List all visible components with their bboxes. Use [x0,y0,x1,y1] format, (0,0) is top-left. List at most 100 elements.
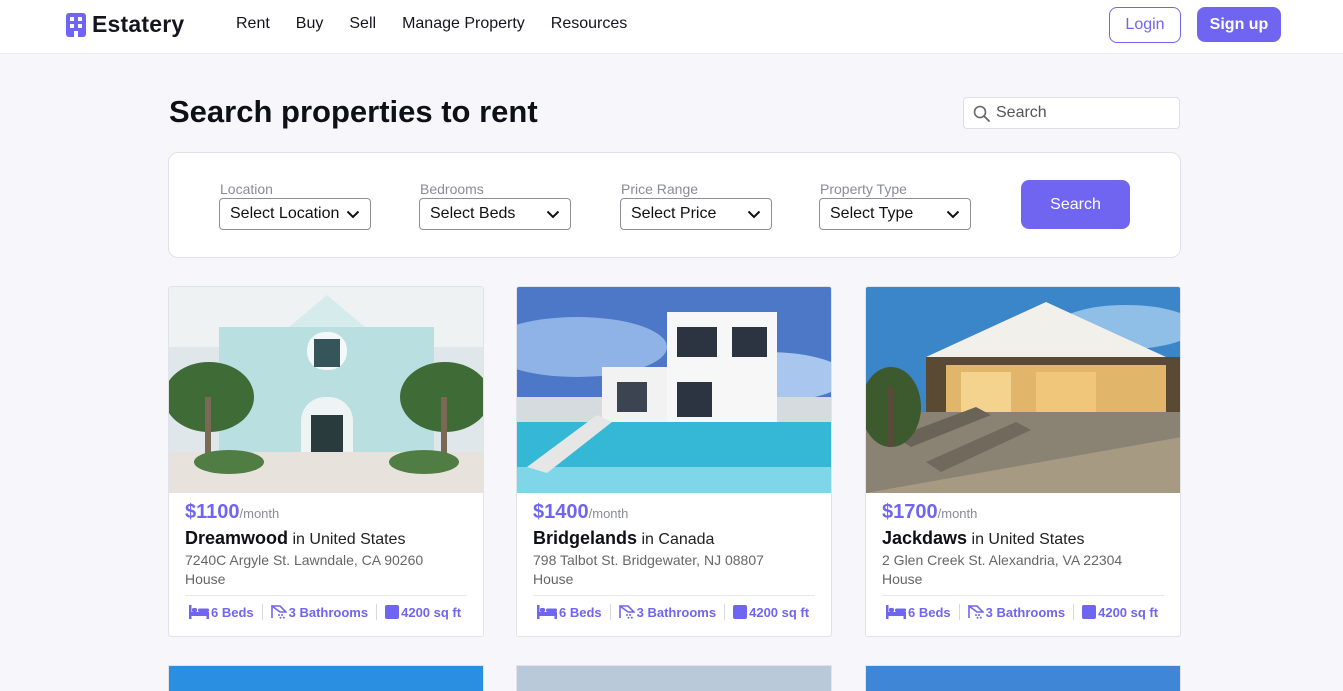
divider [1073,604,1075,620]
chevron-down-icon [346,210,360,218]
listing-features: 6 Beds 3 Bathrooms 4200 sq ft [882,604,1164,620]
nav-item-rent[interactable]: Rent [236,15,270,33]
select-value: Select Type [830,205,914,222]
property-type-select[interactable]: Select Type [819,198,971,230]
chevron-down-icon [546,210,560,218]
signup-button[interactable]: Sign up [1197,7,1281,42]
listing-card-partial[interactable] [865,665,1181,691]
country-prefix: in [971,531,984,548]
shower-icon [967,605,984,619]
listing-country: United States [988,531,1085,548]
filter-label: Location [220,181,273,197]
price-value: $1400 [533,501,589,523]
search-box [963,97,1180,129]
listing-name: Dreamwood [185,528,289,548]
baths-feature: 3 Bathrooms [270,604,369,620]
listing-country: United States [309,531,406,548]
filter-bedrooms: Bedrooms Select Beds [419,181,571,230]
listing-title: Bridgelands in Canada [533,528,815,549]
listing-card-partial[interactable] [168,665,484,691]
filter-property-type: Property Type Select Type [819,181,971,230]
property-photo [866,287,1180,493]
nav-item-resources[interactable]: Resources [551,15,627,33]
nav-item-buy[interactable]: Buy [296,15,324,33]
beds-count: 6 Beds [211,604,254,620]
divider [609,604,611,620]
brand-name: Estatery [92,11,185,37]
beds-feature: 6 Beds [886,605,951,620]
divider [882,595,1164,596]
nav-item-sell[interactable]: Sell [349,15,376,33]
beds-feature: 6 Beds [189,605,254,620]
baths-count: 3 Bathrooms [985,604,1066,620]
listing-type: House [533,571,574,587]
nav-item-manage-property[interactable]: Manage Property [402,15,525,33]
divider [376,604,378,620]
property-photo [517,287,831,493]
chevron-down-icon [747,210,761,218]
building-icon [66,12,86,37]
chevron-down-icon [946,210,960,218]
area-icon [733,605,748,619]
select-value: Select Price [631,205,717,222]
bed-icon [886,605,906,619]
listing-card-partial[interactable] [516,665,832,691]
baths-count: 3 Bathrooms [636,604,717,620]
divider [533,595,815,596]
price-value: $1700 [882,501,938,523]
divider [958,604,960,620]
divider [185,595,467,596]
price-period: /month [588,506,629,521]
area-value: 4200 sq ft [749,604,810,620]
listing-address: 7240C Argyle St. Lawndale, CA 90260 [185,552,424,568]
main-nav: Rent Buy Sell Manage Property Resources [236,15,653,33]
baths-feature: 3 Bathrooms [618,604,717,620]
top-navbar: Estatery Rent Buy Sell Manage Property R… [0,0,1343,54]
baths-count: 3 Bathrooms [288,604,369,620]
filter-price: Price Range Select Price [620,181,772,230]
price-value: $1100 [185,501,240,523]
listing-price: $1100/month [185,501,467,524]
price-select[interactable]: Select Price [620,198,772,230]
select-value: Select Beds [430,205,516,222]
listing-type: House [882,571,923,587]
page-title: Search properties to rent [169,94,538,129]
country-prefix: in [641,531,654,548]
listing-card[interactable]: $1400/month Bridgelands in Canada 798 Ta… [516,286,832,637]
listing-country: Canada [658,531,715,548]
area-feature: 4200 sq ft [733,605,809,620]
listing-card[interactable]: $1100/month Dreamwood in United States 7… [168,286,484,637]
listing-features: 6 Beds 3 Bathrooms 4200 sq ft [185,604,467,620]
area-feature: 4200 sq ft [1082,605,1158,620]
listing-name: Jackdaws [882,528,968,548]
brand-logo[interactable]: Estatery [66,11,184,38]
select-value: Select Location [230,205,340,222]
area-value: 4200 sq ft [401,604,462,620]
beds-feature: 6 Beds [537,605,602,620]
bedrooms-select[interactable]: Select Beds [419,198,571,230]
beds-count: 6 Beds [559,604,602,620]
area-icon [385,605,400,619]
login-button[interactable]: Login [1109,7,1181,43]
divider [724,604,726,620]
price-period: /month [937,506,978,521]
listing-title: Dreamwood in United States [185,528,467,549]
beds-count: 6 Beds [908,604,951,620]
search-input[interactable] [996,104,1166,122]
listing-title: Jackdaws in United States [882,528,1164,549]
listing-card[interactable]: $1700/month Jackdaws in United States 2 … [865,286,1181,637]
filter-search-button[interactable]: Search [1021,180,1130,229]
shower-icon [618,605,635,619]
listing-address: 2 Glen Creek St. Alexandria, VA 22304 [882,552,1123,568]
filter-label: Price Range [621,181,699,197]
filter-label: Property Type [820,181,907,197]
country-prefix: in [292,531,305,548]
property-photo [169,287,483,493]
shower-icon [270,605,287,619]
bed-icon [537,605,557,619]
filter-location: Location Select Location [219,181,371,230]
baths-feature: 3 Bathrooms [967,604,1066,620]
search-icon [973,105,990,122]
location-select[interactable]: Select Location [219,198,371,230]
area-icon [1082,605,1097,619]
